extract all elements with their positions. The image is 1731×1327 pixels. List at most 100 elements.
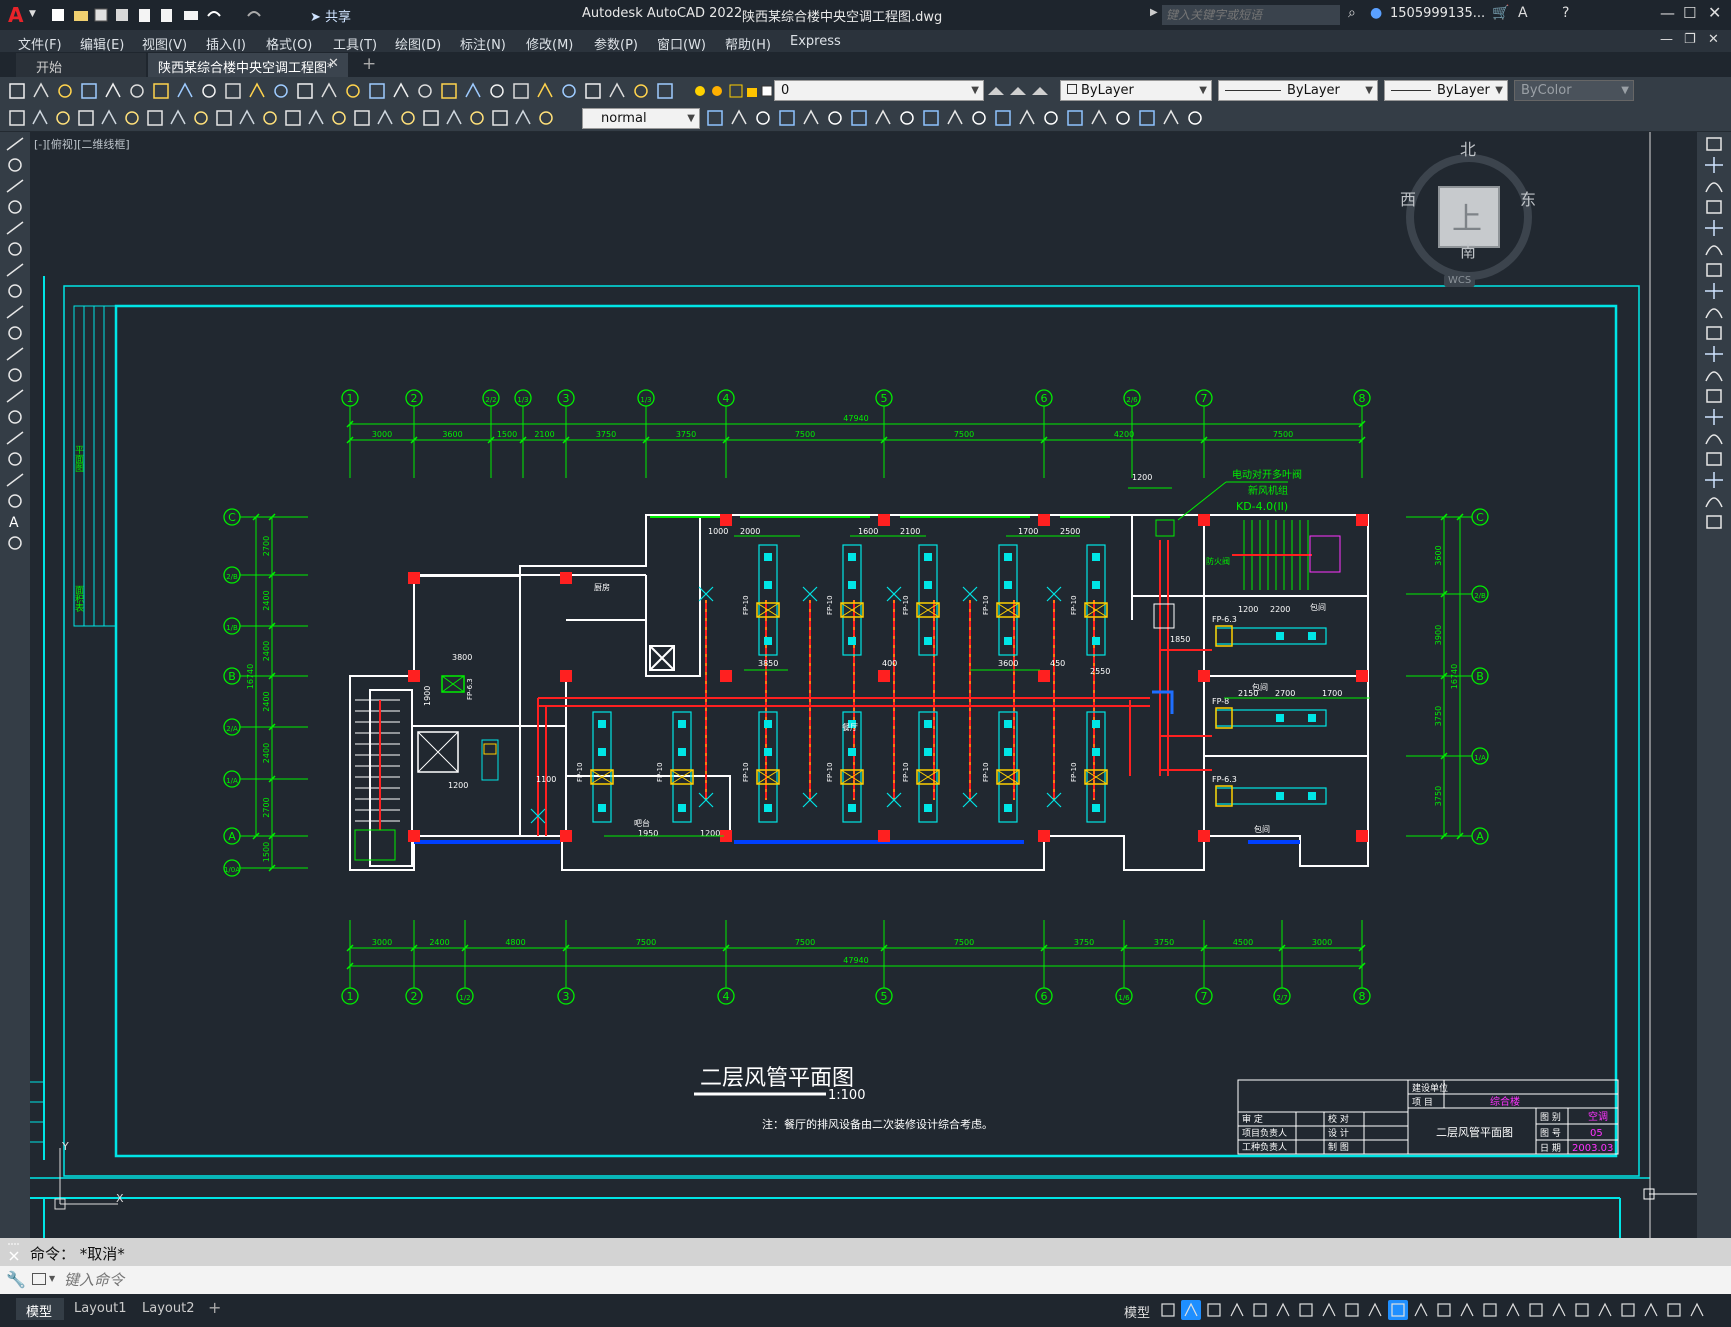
status-toggle-icon-21 [1621, 1303, 1635, 1317]
modify-toolbar-icons-vertical[interactable] [1697, 132, 1731, 552]
status-toggle-icon-20 [1598, 1302, 1612, 1317]
menu-format[interactable]: 格式(O) [266, 34, 312, 53]
status-toggles[interactable] [1158, 1300, 1728, 1322]
search-expand-icon[interactable]: ▶ [1150, 7, 1158, 18]
command-line-close-icon[interactable] [6, 1240, 22, 1264]
menu-express[interactable]: Express [790, 34, 841, 49]
elevator-cross [417, 731, 459, 773]
command-prompt-arrow[interactable]: ▼ [49, 1274, 55, 1283]
menu-dimension[interactable]: 标注(N) [460, 34, 506, 53]
axis-top-11-label: 7 [1201, 392, 1208, 405]
dimension-toolbar-icons[interactable] [8, 108, 578, 128]
logo-menu-arrow[interactable]: ▼ [29, 9, 36, 19]
text-style-dropdown[interactable]: normal ▼ [582, 108, 700, 129]
draw-toolbar-icons[interactable]: A [0, 132, 30, 592]
layer-dropdown[interactable]: 0 ▼ [774, 80, 984, 101]
wall-1 [349, 514, 1369, 871]
dimension-tool-icon-13 [285, 110, 301, 126]
model-space-button[interactable]: 模型 [1124, 1302, 1150, 1321]
inner-dim-9: 2200 [1270, 605, 1290, 614]
layer-match-icon [988, 87, 1004, 95]
column-16 [560, 830, 572, 842]
drawing-viewport[interactable]: [-][俯视][二维线框] 平面图 面积表 1 2 2/2 1/3 3 1/3 4 5 6 2/6… [30, 132, 1697, 1238]
modify-tool-icon-13 [1706, 389, 1722, 403]
standard-tool-icon-23 [537, 82, 553, 98]
close-button[interactable]: ✕ [1708, 3, 1721, 22]
modify-tool-icon-18 [1116, 111, 1130, 125]
menu-insert[interactable]: 插入(I) [206, 34, 246, 53]
search-input[interactable] [1162, 5, 1340, 25]
modify-toolbar-icons[interactable] [706, 108, 1226, 128]
color-dropdown[interactable]: ByLayer ▼ [1060, 80, 1212, 101]
status-toggle-icon-9 [1345, 1303, 1359, 1317]
inner-dim-20: 3800 [452, 653, 472, 662]
menu-view[interactable]: 视图(V) [142, 34, 187, 53]
layer-tools-icons[interactable] [986, 81, 1056, 101]
tb-drawing-name: 二层风管平面图 [1436, 1125, 1513, 1139]
doc-close-button[interactable]: ✕ [1708, 32, 1719, 47]
compass-north[interactable]: 北 [1460, 136, 1476, 160]
dim-left-total-label-1: 16740 [246, 664, 255, 689]
fan-coil-lobby [481, 739, 499, 781]
wcs-menu[interactable]: WCS [1444, 274, 1476, 287]
plotstyle-dropdown[interactable]: ByColor ▼ [1514, 80, 1634, 101]
lineweight-dropdown[interactable]: ByLayer ▼ [1384, 80, 1508, 101]
share-button[interactable]: ➤ 共享 [310, 6, 351, 25]
add-layout-button[interactable]: + [208, 1298, 221, 1317]
svg-text:FP-10: FP-10 [902, 762, 910, 782]
user-icon[interactable]: ● [1370, 5, 1382, 21]
app-title: Autodesk AutoCAD 2022 [582, 6, 743, 21]
modify-tool-icon-11 [947, 109, 963, 125]
dimension-tool-icon-4 [78, 110, 94, 126]
axis-top-3-label: 2/2 [485, 396, 496, 404]
search-icon[interactable]: ⌕ [1348, 5, 1356, 21]
tab-model[interactable]: 模型 [16, 1298, 64, 1320]
app-logo[interactable]: A [8, 3, 23, 27]
command-input[interactable] [64, 1269, 1714, 1291]
tab-start[interactable]: 开始 [16, 53, 146, 77]
room-private-3: 包间 [1254, 824, 1270, 834]
menu-edit[interactable]: 编辑(E) [80, 34, 124, 53]
quick-access-icons[interactable] [48, 6, 278, 24]
room-dining: 餐厅 [842, 723, 858, 732]
command-prompt-icon[interactable] [32, 1273, 46, 1285]
minimize-button[interactable]: — [1660, 4, 1675, 22]
linetype-dropdown[interactable]: ByLayer ▼ [1218, 80, 1378, 101]
menu-tools[interactable]: 工具(T) [333, 34, 377, 53]
dim-top-label-8: 7500 [954, 430, 974, 439]
help-icon[interactable]: ? [1562, 5, 1569, 21]
tab-layout1[interactable]: Layout1 [74, 1301, 126, 1316]
compass-south[interactable]: 南 [1460, 238, 1476, 262]
standard-toolbar-icons[interactable] [8, 81, 698, 101]
menu-file[interactable]: 文件(F) [18, 34, 62, 53]
axis-bottom-9-label: 7 [1201, 990, 1208, 1003]
menu-parametric[interactable]: 参数(P) [594, 34, 638, 53]
dimension-tool-icon-3 [56, 111, 70, 125]
tab-document[interactable]: 陕西某综合楼中央空调工程图* ✕ [148, 53, 348, 78]
autodesk-app-icon[interactable]: A [1518, 5, 1528, 21]
axis-top-8-label: 5 [881, 392, 888, 405]
dim-top-label-2: 3600 [442, 430, 462, 439]
cad-drawing[interactable]: 平面图 面积表 1 2 2/2 1/3 3 1/3 4 5 6 2/6 7 8 1 2 1/2 3 4 5 6 1/6… [30, 132, 1697, 1238]
menu-window[interactable]: 窗口(W) [657, 34, 706, 53]
compass-east[interactable]: 东 [1520, 186, 1536, 210]
maximize-button[interactable]: ☐ [1683, 4, 1696, 22]
new-tab-button[interactable]: + [362, 54, 376, 74]
dimension-tool-icon-6 [125, 111, 139, 125]
draw-tool-icon-2 [8, 158, 22, 172]
menu-help[interactable]: 帮助(H) [725, 34, 771, 53]
user-name[interactable]: 1505999135... [1390, 6, 1485, 21]
axis-right-1-label: C [1476, 511, 1484, 524]
customize-icon[interactable]: 🔧 [6, 1270, 26, 1289]
menu-modify[interactable]: 修改(M) [526, 34, 573, 53]
tab-start-label: 开始 [36, 61, 63, 76]
tab-close-icon[interactable]: ✕ [328, 56, 339, 71]
menu-draw[interactable]: 绘图(D) [395, 34, 441, 53]
tab-layout2[interactable]: Layout2 [142, 1301, 194, 1316]
doc-minimize-button[interactable]: — [1660, 32, 1673, 47]
compass-west[interactable]: 西 [1400, 186, 1416, 210]
dim-right-label-4: 3750 [1434, 786, 1443, 806]
layer-state-icons[interactable] [692, 81, 772, 101]
cart-icon[interactable]: 🛒 [1492, 5, 1509, 21]
doc-restore-button[interactable]: ❐ [1684, 32, 1696, 47]
